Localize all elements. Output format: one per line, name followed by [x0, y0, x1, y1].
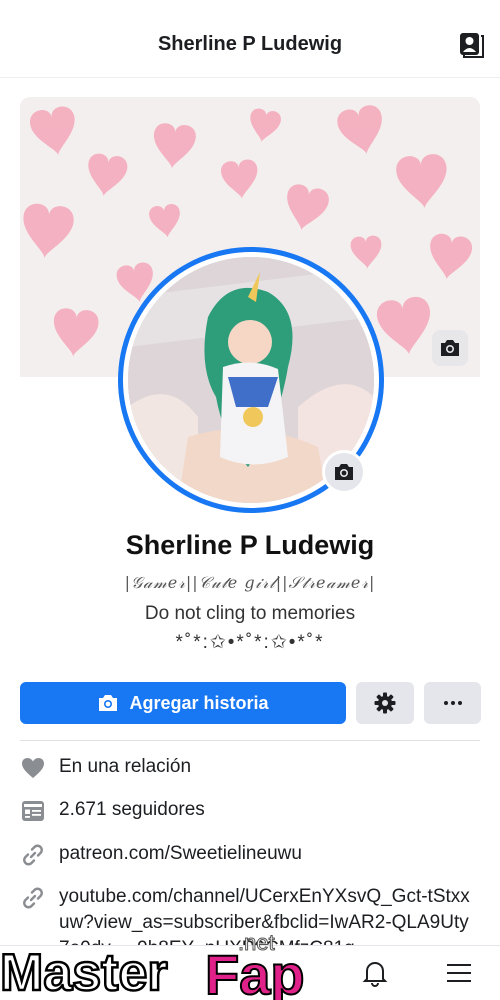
followers-text: 2.671 seguidores: [59, 799, 205, 820]
bio-line-3: *˚*:✩•*˚*:✩•*˚*: [175, 632, 325, 653]
more-button[interactable]: [424, 682, 481, 724]
more-icon: [443, 701, 462, 705]
link-row[interactable]: patreon.com/Sweetielineuwu: [20, 841, 480, 867]
settings-button[interactable]: [356, 682, 414, 724]
camera-icon: [335, 464, 353, 480]
notifications-icon[interactable]: [360, 958, 390, 988]
bio-line-2: Do not cling to memories: [144, 603, 356, 624]
camera-icon: [99, 695, 118, 711]
followers-icon: [20, 798, 45, 823]
heart-icon: [20, 755, 45, 780]
followers-row[interactable]: 2.671 seguidores: [20, 797, 480, 823]
profile-camera-button[interactable]: [322, 450, 366, 494]
gear-icon: [374, 692, 396, 714]
relationship-text: En una relación: [59, 756, 192, 777]
link-icon: [20, 885, 45, 910]
page-title: Sherline P Ludewig: [157, 33, 343, 55]
profile-switch-icon[interactable]: [456, 30, 486, 60]
bio-line-1: |𝒢𝒶𝓂𝑒𝓇||𝒞𝓊𝓉𝑒 𝑔𝒾𝓇𝓁||𝒮𝓉𝓇𝑒𝒶𝓂𝑒𝓇|: [124, 573, 376, 592]
top-bar: Sherline P Ludewig: [0, 0, 500, 78]
add-story-label: Agregar historia: [129, 692, 269, 713]
camera-icon: [441, 340, 459, 356]
add-story-button[interactable]: Agregar historia: [20, 682, 346, 724]
relationship-row: En una relación: [20, 754, 480, 780]
link-icon: [20, 842, 45, 867]
cover-camera-button[interactable]: [432, 330, 468, 366]
profile-name: Sherline P Ludewig: [125, 530, 375, 560]
menu-icon[interactable]: [444, 958, 474, 988]
bottom-navigation: [0, 945, 500, 1000]
patreon-link[interactable]: patreon.com/Sweetielineuwu: [59, 841, 302, 867]
section-divider: [20, 740, 480, 741]
